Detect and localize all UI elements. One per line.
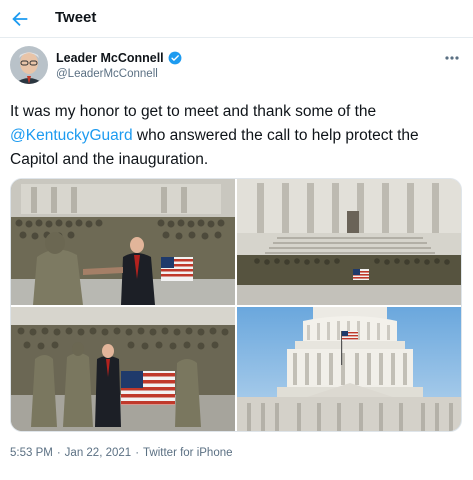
author-name-row: Leader McConnell: [56, 51, 182, 65]
media-grid: [10, 178, 462, 432]
avatar[interactable]: [10, 46, 48, 84]
separator-dot: ·: [135, 447, 140, 459]
author-display-name[interactable]: Leader McConnell: [56, 51, 164, 65]
photo-4[interactable]: [237, 307, 461, 431]
more-options-button[interactable]: [444, 50, 460, 60]
page-title: Tweet: [55, 9, 97, 26]
photo-1[interactable]: [11, 179, 235, 305]
tweet-text: It was my honor to get to meet and thank…: [10, 100, 465, 172]
tweet-metadata: 5:53 PM · Jan 22, 2021 · Twitter for iPh…: [10, 447, 233, 459]
arrow-left-icon: [12, 11, 28, 27]
tweet-text-part: It was my honor to get to meet and thank…: [10, 103, 377, 120]
tweet-source[interactable]: Twitter for iPhone: [143, 447, 232, 459]
photo-capitol-dome-image: [237, 307, 461, 431]
separator-dot: ·: [56, 447, 61, 459]
photo-capitol-steps-image: [237, 179, 461, 305]
profile-photo: [10, 46, 48, 84]
mention-link[interactable]: @KentuckyGuard: [10, 127, 133, 144]
photo-handshake-image: [11, 179, 235, 305]
photo-3[interactable]: [11, 307, 235, 431]
top-bar: Tweet: [0, 0, 473, 38]
timestamp-date[interactable]: Jan 22, 2021: [65, 447, 132, 459]
photo-2[interactable]: [237, 179, 461, 305]
author-handle[interactable]: @LeaderMcConnell: [56, 68, 158, 80]
photo-group-flag-image: [11, 307, 235, 431]
more-horizontal-icon: [445, 56, 459, 60]
timestamp-time[interactable]: 5:53 PM: [10, 447, 53, 459]
back-button[interactable]: [9, 8, 31, 30]
verified-badge-icon: [168, 51, 182, 65]
